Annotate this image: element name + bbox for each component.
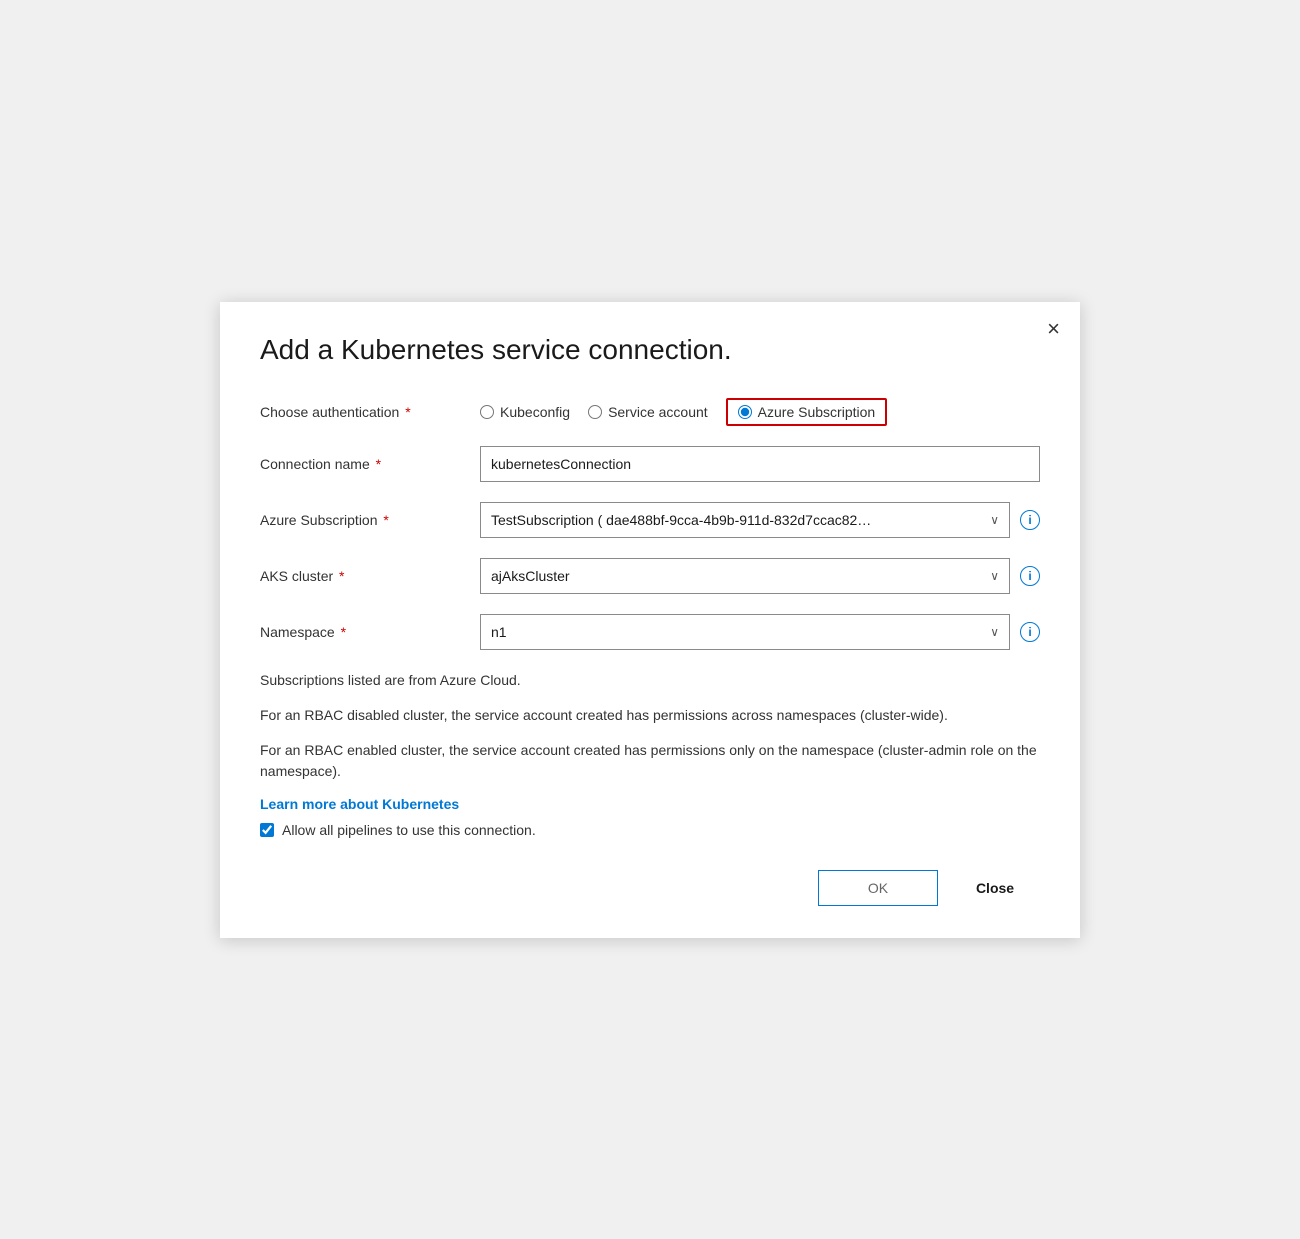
connection-name-label: Connection name *: [260, 456, 480, 472]
dialog-title: Add a Kubernetes service connection.: [260, 334, 1040, 366]
aks-cluster-label: AKS cluster *: [260, 568, 480, 584]
rbac-enabled-description: For an RBAC enabled cluster, the service…: [260, 740, 1040, 782]
azure-subscription-select[interactable]: TestSubscription ( dae488bf-9cca-4b9b-91…: [480, 502, 1010, 538]
aks-cluster-info-icon[interactable]: i: [1020, 566, 1040, 586]
rbac-disabled-description: For an RBAC disabled cluster, the servic…: [260, 705, 1040, 726]
required-star-4: *: [335, 568, 344, 584]
required-star-5: *: [337, 624, 346, 640]
radio-azuresubscription[interactable]: Azure Subscription: [726, 398, 888, 426]
add-kubernetes-dialog: × Add a Kubernetes service connection. C…: [220, 302, 1080, 938]
namespace-dropdown-wrapper: n1 ∨ i: [480, 614, 1040, 650]
radio-serviceaccount-label: Service account: [608, 404, 708, 420]
allow-pipelines-row: Allow all pipelines to use this connecti…: [260, 822, 1040, 838]
connection-name-input[interactable]: [480, 446, 1040, 482]
azure-subscription-value: TestSubscription ( dae488bf-9cca-4b9b-91…: [491, 512, 871, 528]
authentication-radio-group: Kubeconfig Service account Azure Subscri…: [480, 398, 1040, 426]
chevron-down-icon-2: ∨: [990, 569, 999, 583]
radio-kubeconfig-input[interactable]: [480, 405, 494, 419]
namespace-info-icon[interactable]: i: [1020, 622, 1040, 642]
namespace-row: Namespace * n1 ∨ i: [260, 614, 1040, 650]
azure-subscription-dropdown-wrapper: TestSubscription ( dae488bf-9cca-4b9b-91…: [480, 502, 1040, 538]
radio-kubeconfig[interactable]: Kubeconfig: [480, 404, 570, 420]
aks-cluster-row: AKS cluster * ajAksCluster ∨ i: [260, 558, 1040, 594]
radio-serviceaccount-input[interactable]: [588, 405, 602, 419]
close-icon-button[interactable]: ×: [1047, 318, 1060, 340]
required-star-2: *: [372, 456, 381, 472]
chevron-down-icon: ∨: [990, 513, 999, 527]
namespace-label: Namespace *: [260, 624, 480, 640]
radio-azuresubscription-label: Azure Subscription: [758, 404, 876, 420]
aks-cluster-value: ajAksCluster: [491, 568, 570, 584]
chevron-down-icon-3: ∨: [990, 625, 999, 639]
description-section: Subscriptions listed are from Azure Clou…: [260, 670, 1040, 782]
azure-subscription-row: Azure Subscription * TestSubscription ( …: [260, 502, 1040, 538]
namespace-value: n1: [491, 624, 507, 640]
required-star: *: [401, 404, 410, 420]
radio-serviceaccount[interactable]: Service account: [588, 404, 708, 420]
connection-name-row: Connection name *: [260, 446, 1040, 482]
radio-azuresubscription-input[interactable]: [738, 405, 752, 419]
allow-pipelines-checkbox[interactable]: [260, 823, 274, 837]
close-button[interactable]: Close: [950, 870, 1040, 906]
radio-kubeconfig-label: Kubeconfig: [500, 404, 570, 420]
allow-pipelines-label: Allow all pipelines to use this connecti…: [282, 822, 536, 838]
subscriptions-note: Subscriptions listed are from Azure Clou…: [260, 670, 1040, 691]
namespace-select[interactable]: n1 ∨: [480, 614, 1010, 650]
aks-cluster-select[interactable]: ajAksCluster ∨: [480, 558, 1010, 594]
required-star-3: *: [380, 512, 389, 528]
ok-button[interactable]: OK: [818, 870, 938, 906]
authentication-row: Choose authentication * Kubeconfig Servi…: [260, 398, 1040, 426]
aks-cluster-dropdown-wrapper: ajAksCluster ∨ i: [480, 558, 1040, 594]
azure-subscription-info-icon[interactable]: i: [1020, 510, 1040, 530]
azure-subscription-label: Azure Subscription *: [260, 512, 480, 528]
dialog-footer: OK Close: [260, 870, 1040, 906]
learn-more-link[interactable]: Learn more about Kubernetes: [260, 796, 459, 812]
authentication-label: Choose authentication *: [260, 404, 480, 420]
